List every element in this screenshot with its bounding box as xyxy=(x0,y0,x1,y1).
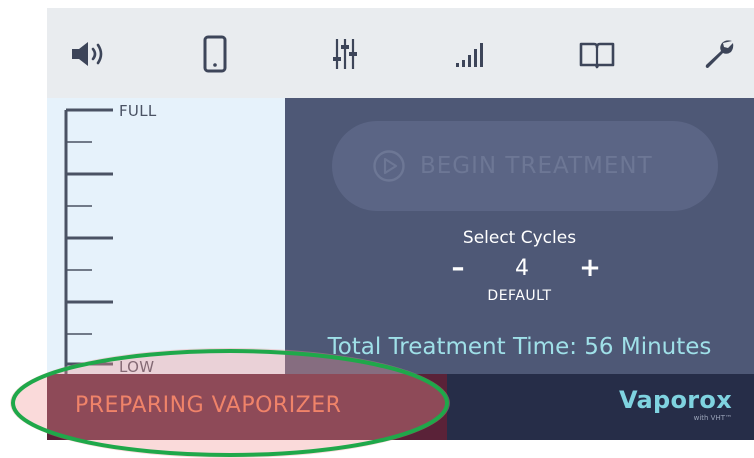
vaporizer-level-gauge: FULL LOW xyxy=(47,98,285,374)
cycles-value: 4 xyxy=(515,256,529,281)
brand-name: Vaporox xyxy=(618,386,732,414)
adjustments-button[interactable] xyxy=(321,30,369,78)
decrease-cycles-button[interactable]: – xyxy=(443,254,473,284)
level-scale xyxy=(64,108,113,374)
signal-button[interactable] xyxy=(445,30,493,78)
service-button[interactable] xyxy=(695,30,743,78)
brand-logo: Vaporox with VHT™ xyxy=(619,386,732,423)
sliders-icon xyxy=(333,39,357,69)
cycles-default-note: DEFAULT xyxy=(487,288,552,304)
wrench-icon xyxy=(705,40,734,68)
treatment-panel: BEGIN TREATMENT Select Cycles – 4 + DEFA… xyxy=(285,98,754,374)
cycle-stepper: – 4 + xyxy=(285,254,754,284)
begin-treatment-label: BEGIN TREATMENT xyxy=(420,153,653,179)
speaker-icon xyxy=(72,42,103,66)
top-toolbar xyxy=(47,8,754,98)
begin-treatment-button[interactable]: BEGIN TREATMENT xyxy=(332,121,718,211)
increase-cycles-button[interactable]: + xyxy=(575,254,605,284)
signal-icon xyxy=(456,43,483,67)
select-cycles-title: Select Cycles xyxy=(462,228,577,248)
sound-button[interactable] xyxy=(65,30,113,78)
phone-icon xyxy=(203,35,227,73)
gauge-full-label: FULL xyxy=(119,102,157,120)
device-button[interactable] xyxy=(191,30,239,78)
manual-button[interactable] xyxy=(573,30,621,78)
highlight-ring xyxy=(11,349,449,457)
book-icon xyxy=(579,42,615,69)
brand-subtitle: with VHT™ xyxy=(693,414,732,422)
play-icon xyxy=(373,150,405,182)
